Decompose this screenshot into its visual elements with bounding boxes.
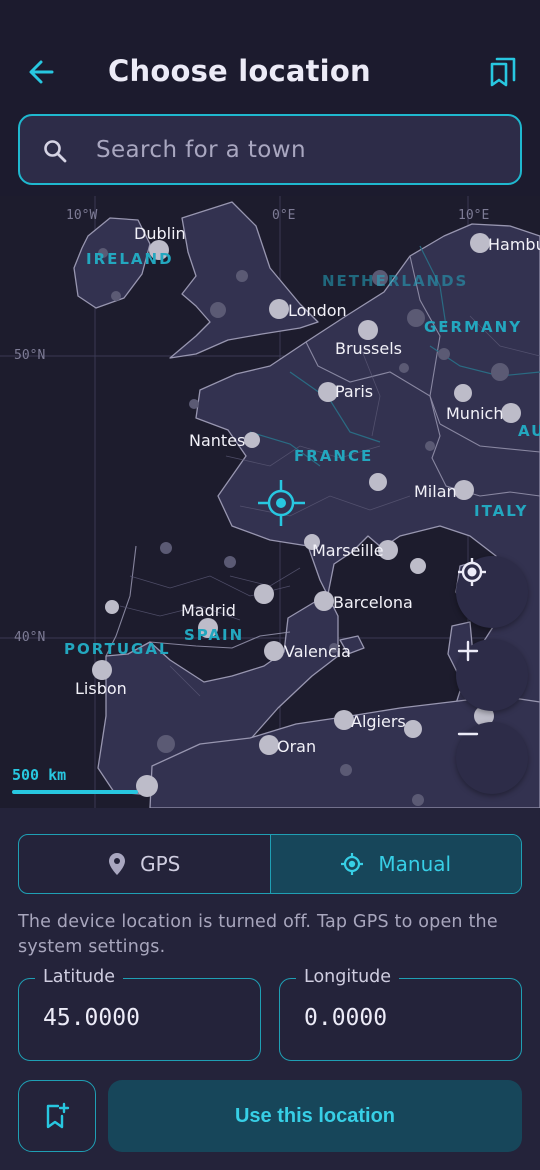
country-label: NETHERLANDS xyxy=(322,272,469,290)
save-bookmark-button[interactable] xyxy=(18,1080,96,1152)
gps-off-note: The device location is turned off. Tap G… xyxy=(18,912,498,957)
zoom-out-button[interactable] xyxy=(456,722,528,794)
scale-bar xyxy=(12,790,138,794)
search-bar[interactable] xyxy=(18,114,522,185)
bookmark-add-icon xyxy=(46,1102,70,1129)
gps-option[interactable]: GPS xyxy=(19,835,271,893)
city-label: Nantes xyxy=(189,431,246,450)
city-label: Milan xyxy=(414,482,457,501)
city-label: Oran xyxy=(277,737,317,756)
graticule-label: 40°N xyxy=(14,630,46,645)
crosshair-icon xyxy=(341,853,364,875)
zoom-in-button[interactable] xyxy=(456,639,528,711)
my-location-icon xyxy=(458,558,486,586)
graticule-label: 0°E xyxy=(272,208,296,223)
top-app-bar: Choose location xyxy=(0,0,540,112)
latitude-label: Latitude xyxy=(35,967,124,987)
city-label: Dublin xyxy=(134,224,186,243)
country-label: FRANCE xyxy=(294,447,374,465)
country-label: SPAIN xyxy=(184,626,245,644)
latitude-field[interactable]: Latitude 45.0000 xyxy=(18,967,261,1061)
country-label: AU xyxy=(518,422,540,440)
gps-label: GPS xyxy=(140,852,181,876)
map-view[interactable]: 10°W 0°E 10°E 50°N 40°N IRELAND NETHERLA… xyxy=(0,196,540,808)
graticule-label: 10°W xyxy=(66,208,98,223)
longitude-value[interactable]: 0.0000 xyxy=(304,1005,387,1031)
city-label: Marseille xyxy=(312,541,384,560)
city-label: Algiers xyxy=(351,712,406,731)
manual-option[interactable]: Manual xyxy=(270,835,521,893)
back-button[interactable] xyxy=(24,52,64,92)
country-label: PORTUGAL xyxy=(64,640,171,658)
city-label: Barcelona xyxy=(333,593,413,612)
location-panel: GPS Manual The device location is turned… xyxy=(0,808,540,1170)
arrow-back-icon xyxy=(29,60,54,84)
city-label: Valencia xyxy=(284,642,351,661)
graticule-label: 50°N xyxy=(14,348,46,363)
bookmarks-icon xyxy=(490,57,516,87)
location-mode-toggle: GPS Manual xyxy=(18,834,522,894)
city-label: Brussels xyxy=(335,339,402,358)
scale-label: 500 km xyxy=(12,766,67,784)
country-label: IRELAND xyxy=(86,250,174,268)
graticule-label: 10°E xyxy=(458,208,490,223)
longitude-field[interactable]: Longitude 0.0000 xyxy=(279,967,522,1061)
city-label: Lisbon xyxy=(75,679,127,698)
my-location-button[interactable] xyxy=(456,556,528,628)
longitude-label: Longitude xyxy=(296,967,400,987)
latitude-value[interactable]: 45.0000 xyxy=(43,1005,140,1031)
country-label: ITALY xyxy=(474,502,529,520)
search-input[interactable] xyxy=(96,134,496,166)
manual-label: Manual xyxy=(378,852,452,876)
plus-icon xyxy=(457,640,479,662)
bookmarks-button[interactable] xyxy=(486,54,522,90)
city-label: Madrid xyxy=(181,601,236,620)
city-label: Paris xyxy=(335,382,374,401)
search-icon xyxy=(44,140,67,163)
country-label: GERMANY xyxy=(424,318,523,336)
use-location-button[interactable]: Use this location xyxy=(108,1080,522,1152)
minus-icon xyxy=(457,732,479,736)
city-label: Munich xyxy=(446,404,504,423)
city-label: Hambu xyxy=(488,235,540,254)
city-label: London xyxy=(288,301,347,320)
page-title: Choose location xyxy=(108,54,371,88)
location-pin-icon xyxy=(109,853,126,875)
